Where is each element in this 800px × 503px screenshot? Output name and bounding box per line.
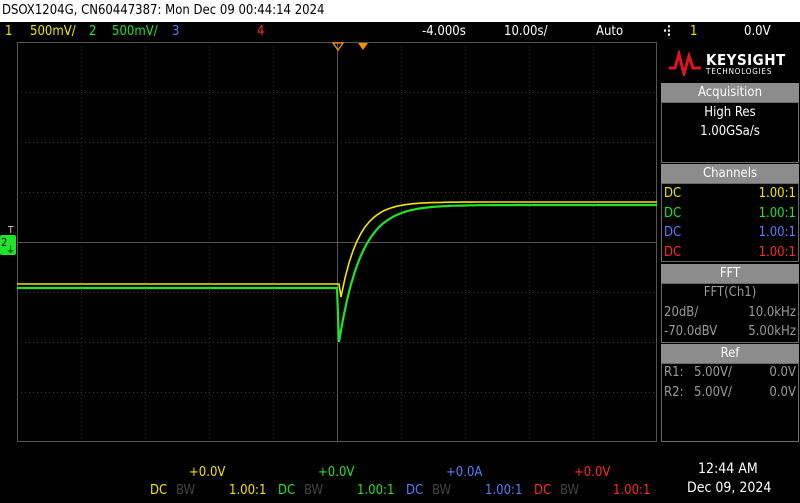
grid-lines <box>17 42 657 442</box>
bottom-status-bar: +0.0V +0.0V +0.0A +0.0V DC BW 1.00:1 DC … <box>0 461 800 503</box>
ch3-coupling[interactable]: DC <box>406 483 423 498</box>
ch2-ratio[interactable]: 1.00:1 <box>357 483 394 498</box>
brand-sub: TECHNOLOGIES <box>706 67 773 76</box>
ch2-bw[interactable]: BW <box>304 483 323 498</box>
channel-coupling: DC <box>664 186 682 201</box>
trigger-mode[interactable]: Auto <box>596 22 623 42</box>
ch1-scale[interactable]: 500mV/ <box>30 22 76 42</box>
channel-coupling: DC <box>664 225 682 240</box>
channel-row[interactable]: DC 1.00:1 <box>664 223 796 242</box>
keysight-wave-icon <box>669 50 701 76</box>
acquisition-header[interactable]: Acquisition <box>661 83 799 102</box>
fft-header[interactable]: FFT <box>661 264 799 283</box>
ground-icon: ⏚ <box>6 246 16 256</box>
ch2-coupling[interactable]: DC <box>278 483 295 498</box>
ch4-offset[interactable]: +0.0V <box>574 465 610 480</box>
ch1-offset[interactable]: +0.0V <box>189 465 225 480</box>
sample-rate: 1.00GSa/s <box>700 124 760 139</box>
ch2-offset[interactable]: +0.0V <box>318 465 354 480</box>
ch2-ground-marker[interactable]: 2 ⏚ <box>0 235 16 256</box>
channel-row[interactable]: DC 1.00:1 <box>664 184 796 203</box>
ref-r1-row: R1: 5.00V/ 0.0V <box>664 363 796 382</box>
channel-coupling: DC <box>664 205 682 221</box>
r2-label: R2: <box>664 385 684 400</box>
r2-offset: 0.0V <box>769 385 796 400</box>
fft-scale: 20dB/ <box>664 305 699 320</box>
ch3-bw[interactable]: BW <box>432 483 451 498</box>
time-scale[interactable]: 10.00s/ <box>504 22 548 42</box>
trigger-source[interactable]: 1 <box>690 22 697 42</box>
ch4-number[interactable]: 4 <box>257 22 264 42</box>
channel-coupling: DC <box>664 244 682 260</box>
channel-row[interactable]: DC 1.00:1 <box>664 243 796 262</box>
ch2-number[interactable]: 2 <box>89 22 96 42</box>
fft-span: 10.0kHz <box>748 305 796 320</box>
trigger-level[interactable]: 0.0V <box>744 22 771 42</box>
fft-ref-row: -70.0dBV 5.00kHz <box>664 322 796 341</box>
keysight-logo: KEYSIGHT TECHNOLOGIES <box>662 44 798 82</box>
channel-probe-ratio: 1.00:1 <box>758 244 796 260</box>
rising-edge-icon: ⠺ <box>662 23 672 41</box>
clock-time: 12:44 AM <box>698 461 758 477</box>
ch1-number[interactable]: 1 <box>5 22 12 42</box>
ch3-ratio[interactable]: 1.00:1 <box>485 483 522 498</box>
ch4-coupling[interactable]: DC <box>534 483 551 498</box>
ch1-bw[interactable]: BW <box>176 483 195 498</box>
acquisition-mode: High Res <box>704 105 756 120</box>
ref-r2-row: R2: 5.00V/ 0.0V <box>664 383 796 402</box>
time-delay[interactable]: -4.000s <box>422 22 466 42</box>
trigger-position-marker[interactable] <box>330 42 370 52</box>
channel-probe-ratio: 1.00:1 <box>758 205 796 221</box>
ch4-bw[interactable]: BW <box>560 483 579 498</box>
ref-header[interactable]: Ref <box>661 344 799 363</box>
fft-center: 5.00kHz <box>748 324 796 339</box>
window-title: DSOX1204G, CN60447387: Mon Dec 09 00:44:… <box>0 0 800 22</box>
fft-source: FFT(Ch1) <box>703 285 757 300</box>
fft-scale-row: 20dB/ 10.0kHz <box>664 303 796 322</box>
waveform-display[interactable] <box>17 42 657 442</box>
r1-scale: 5.00V/ <box>694 365 732 380</box>
channel-probe-ratio: 1.00:1 <box>758 225 796 240</box>
top-status-bar: 1 500mV/ 2 500mV/ 3 4 -4.000s 10.00s/ Au… <box>0 22 800 42</box>
ch4-ratio[interactable]: 1.00:1 <box>613 483 650 498</box>
fft-ref-level: -70.0dBV <box>664 324 718 339</box>
r1-label: R1: <box>664 365 684 380</box>
ch2-scale[interactable]: 500mV/ <box>112 22 158 42</box>
ch1-ratio[interactable]: 1.00:1 <box>229 483 266 498</box>
channel-probe-ratio: 1.00:1 <box>758 186 796 201</box>
clock-date: Dec 09, 2024 <box>687 480 772 496</box>
channels-header[interactable]: Channels <box>661 164 799 183</box>
r2-scale: 5.00V/ <box>694 385 732 400</box>
r1-offset: 0.0V <box>769 365 796 380</box>
channel-row[interactable]: DC 1.00:1 <box>664 204 796 223</box>
ch1-coupling[interactable]: DC <box>150 483 167 498</box>
ch3-offset[interactable]: +0.0A <box>446 465 482 480</box>
ch3-number[interactable]: 3 <box>172 22 179 42</box>
